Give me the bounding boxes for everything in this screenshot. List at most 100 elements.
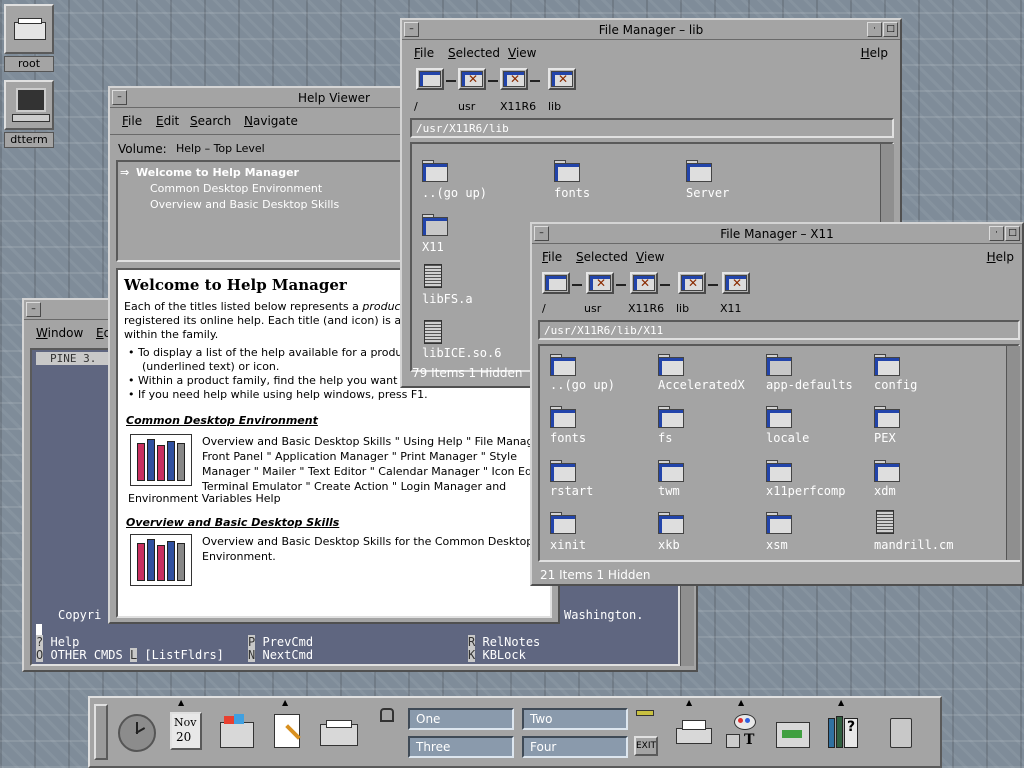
file-name[interactable]: x11perfcomp xyxy=(766,484,845,498)
menu-search[interactable]: Search xyxy=(190,114,231,128)
file-name[interactable]: twm xyxy=(658,484,680,498)
printer-icon[interactable] xyxy=(674,712,718,756)
menu-selected[interactable]: Selected xyxy=(576,250,628,264)
subpanel-arrow-icon[interactable]: ▲ xyxy=(738,698,744,707)
folder-icon[interactable] xyxy=(550,406,576,428)
folder-icon[interactable] xyxy=(658,512,684,534)
workspace-one-button[interactable]: One xyxy=(408,708,514,730)
panel-drag-handle[interactable] xyxy=(94,704,108,760)
file-name[interactable]: X11 xyxy=(422,240,444,254)
file-name[interactable]: locale xyxy=(766,431,809,445)
folder-icon[interactable] xyxy=(658,354,684,376)
folder-icon[interactable] xyxy=(874,354,900,376)
library-file-icon[interactable] xyxy=(424,320,442,344)
fm-x11-titlebar[interactable]: – File Manager – X11 · □ xyxy=(532,224,1022,244)
link-folder-icon[interactable]: ✕ xyxy=(766,354,792,376)
menu-help[interactable]: Help xyxy=(861,46,888,60)
menu-file[interactable]: File xyxy=(414,46,434,60)
fm-lib-titlebar[interactable]: – File Manager – lib · □ xyxy=(402,20,900,40)
folder-icon[interactable] xyxy=(766,406,792,428)
menu-selected[interactable]: Selected xyxy=(448,46,500,60)
mailer-icon[interactable] xyxy=(318,712,362,756)
folder-icon[interactable] xyxy=(658,406,684,428)
go-up-folder-icon[interactable] xyxy=(422,160,448,182)
text-editor-icon[interactable] xyxy=(268,712,312,756)
path-button-x11r6[interactable]: ✕ xyxy=(500,68,528,90)
lock-icon[interactable] xyxy=(380,708,394,722)
go-up-folder-icon[interactable] xyxy=(550,354,576,376)
folder-icon[interactable] xyxy=(766,512,792,534)
topic-item-welcome[interactable]: Welcome to Help Manager xyxy=(136,166,299,179)
maximize-button[interactable]: □ xyxy=(883,22,898,37)
folder-icon[interactable] xyxy=(554,160,580,182)
file-name[interactable]: ..(go up) xyxy=(422,186,487,200)
file-name[interactable]: AcceleratedX xyxy=(658,378,745,392)
menu-navigate[interactable]: Navigate xyxy=(244,114,298,128)
key-nextcmd[interactable]: N xyxy=(248,648,256,662)
file-name[interactable]: xkb xyxy=(658,538,680,552)
exit-button[interactable]: EXIT xyxy=(634,736,658,756)
workspace-three-button[interactable]: Three xyxy=(408,736,514,758)
fm-x11-file-area[interactable]: ..(go up) AcceleratedX ✕ app-defaults co… xyxy=(538,344,1020,562)
file-name[interactable]: app-defaults xyxy=(766,378,853,392)
file-name[interactable]: PEX xyxy=(874,431,896,445)
subpanel-arrow-icon[interactable]: ▲ xyxy=(686,698,692,707)
trash-icon[interactable] xyxy=(882,712,926,756)
minimize-button[interactable]: · xyxy=(989,226,1004,241)
section-link-overview[interactable]: Overview and Basic Desktop Skills xyxy=(126,516,339,529)
file-name[interactable]: rstart xyxy=(550,484,593,498)
file-manager-x11-window[interactable]: – File Manager – X11 · □ File Selected V… xyxy=(530,222,1024,586)
file-name[interactable]: fonts xyxy=(550,431,586,445)
file-name[interactable]: xsm xyxy=(766,538,788,552)
path-field[interactable]: /usr/X11R6/lib xyxy=(410,118,894,138)
folder-icon[interactable] xyxy=(874,460,900,482)
folder-icon[interactable] xyxy=(874,406,900,428)
help-manager-icon[interactable]: ? xyxy=(824,712,868,756)
file-name[interactable]: ..(go up) xyxy=(550,378,615,392)
file-name[interactable]: xdm xyxy=(874,484,896,498)
folder-icon[interactable] xyxy=(766,460,792,482)
file-name[interactable]: xinit xyxy=(550,538,586,552)
clock-icon[interactable] xyxy=(116,712,160,756)
topic-item-overview[interactable]: Overview and Basic Desktop Skills xyxy=(150,198,339,211)
archive-file-icon[interactable] xyxy=(424,264,442,288)
path-button-x11[interactable]: ✕ xyxy=(722,272,750,294)
workspace-four-button[interactable]: Four xyxy=(522,736,628,758)
path-field[interactable]: /usr/X11R6/lib/X11 xyxy=(538,320,1020,340)
books-icon[interactable] xyxy=(130,434,192,486)
file-name[interactable]: fonts xyxy=(554,186,590,200)
path-button-root[interactable] xyxy=(416,68,444,90)
path-button-root[interactable] xyxy=(542,272,570,294)
key-listfolders[interactable]: L xyxy=(129,648,138,662)
file-name[interactable]: fs xyxy=(658,431,672,445)
subpanel-arrow-icon[interactable]: ▲ xyxy=(178,698,184,707)
key-kblock[interactable]: K xyxy=(468,648,476,662)
application-manager-icon[interactable] xyxy=(774,712,818,756)
file-name[interactable]: Server xyxy=(686,186,729,200)
path-button-usr[interactable]: ✕ xyxy=(458,68,486,90)
file-name[interactable]: mandrill.cm xyxy=(874,538,953,552)
subpanel-arrow-icon[interactable]: ▲ xyxy=(838,698,844,707)
menu-help[interactable]: Help xyxy=(987,250,1014,264)
key-help[interactable]: ? xyxy=(36,635,44,649)
folder-icon[interactable] xyxy=(686,160,712,182)
menu-view[interactable]: View xyxy=(508,46,536,60)
workspace-two-button[interactable]: Two xyxy=(522,708,628,730)
path-button-x11r6[interactable]: ✕ xyxy=(630,272,658,294)
menu-file[interactable]: File xyxy=(542,250,562,264)
file-manager-icon[interactable] xyxy=(218,712,262,756)
menu-edit[interactable]: Edit xyxy=(156,114,179,128)
bitmap-file-icon[interactable] xyxy=(876,510,894,534)
subpanel-arrow-icon[interactable]: ▲ xyxy=(282,698,288,707)
key-prevcmd[interactable]: P xyxy=(248,635,256,649)
folder-icon[interactable] xyxy=(550,460,576,482)
window-menu-button[interactable]: – xyxy=(26,302,41,317)
menu-view[interactable]: View xyxy=(636,250,664,264)
file-name[interactable]: libICE.so.6 xyxy=(422,346,501,360)
key-relnotes[interactable]: R xyxy=(468,635,476,649)
folder-icon[interactable] xyxy=(550,512,576,534)
key-other-cmds[interactable]: O xyxy=(36,648,44,662)
file-name[interactable]: libFS.a xyxy=(422,292,473,306)
link-folder-icon[interactable]: ✕ xyxy=(422,214,448,236)
topic-item-cde[interactable]: Common Desktop Environment xyxy=(150,182,322,195)
